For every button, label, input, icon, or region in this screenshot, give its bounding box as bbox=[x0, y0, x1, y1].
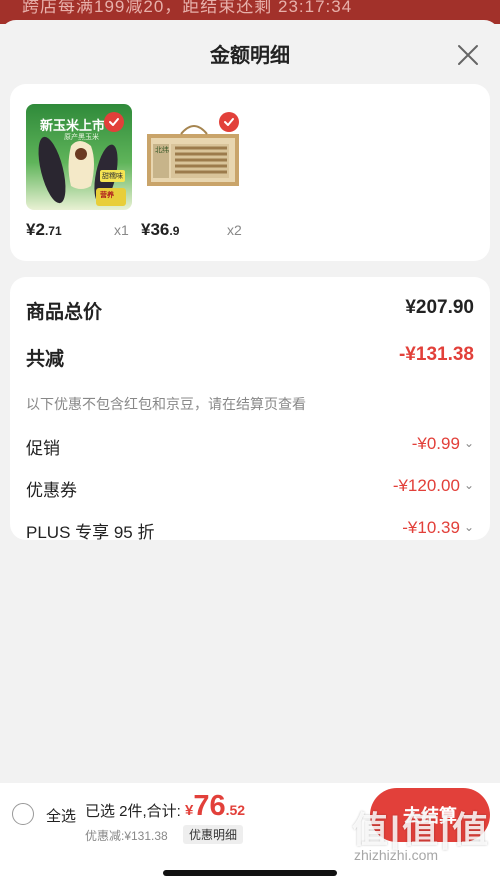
product-image-tag: 营养 bbox=[100, 192, 114, 199]
saved-amount: 优惠减:¥131.38 bbox=[85, 829, 168, 843]
reduce-row: 共减 -¥131.38 bbox=[26, 344, 474, 370]
discount-label: 促销 bbox=[26, 439, 60, 458]
discount-row-coupon[interactable]: 优惠券 -¥120.00 ⌄ bbox=[26, 476, 474, 502]
product-image-box[interactable]: 北纬 bbox=[141, 104, 247, 210]
product-quantity: x1 bbox=[114, 222, 129, 238]
checkmark-icon[interactable] bbox=[219, 112, 239, 132]
discount-value: -¥0.99 ⌄ bbox=[411, 434, 474, 453]
total-price: ¥76.52 bbox=[185, 790, 246, 822]
reduce-label: 共减 bbox=[26, 349, 65, 370]
discount-label: PLUS 专享 95 折 bbox=[26, 523, 155, 542]
reduce-note: 以下优惠不包含红包和京豆，请在结算页查看 bbox=[26, 396, 306, 412]
goods-total-row: 商品总价 ¥207.90 bbox=[26, 297, 474, 323]
discount-label: 优惠券 bbox=[26, 481, 77, 500]
product-card: 新玉米上市 原产黑玉米 甜糯味 营养 ¥2.71 x1 北纬 ¥36.9 x2 bbox=[10, 84, 490, 261]
discount-value: -¥120.00 ⌄ bbox=[392, 476, 474, 495]
discount-value: -¥10.39 ⌄ bbox=[402, 518, 474, 537]
product-quantity: x2 bbox=[227, 222, 242, 238]
discount-detail-button[interactable]: 优惠明细 bbox=[183, 825, 244, 844]
chevron-down-icon: ⌄ bbox=[463, 520, 474, 534]
chevron-down-icon: ⌄ bbox=[463, 478, 474, 492]
discount-row-plus[interactable]: PLUS 专享 95 折 -¥10.39 ⌄ bbox=[26, 518, 474, 544]
amount-detail-sheet: 金额明细 新玉米上市 原产黑玉米 甜糯味 营养 ¥2.71 x1 北纬 ¥36.… bbox=[0, 20, 500, 888]
product-image-corn[interactable]: 新玉米上市 原产黑玉米 甜糯味 营养 bbox=[26, 104, 132, 210]
chevron-down-icon: ⌄ bbox=[463, 436, 474, 450]
product-image-label: 北纬 bbox=[155, 147, 169, 154]
selected-info: 已选 2件,合计: bbox=[85, 803, 181, 820]
select-all-radio[interactable] bbox=[12, 803, 34, 825]
reduce-value: -¥131.38 bbox=[398, 344, 474, 365]
product-image-badge: 甜糯味 bbox=[100, 170, 125, 182]
promo-banner-text: 跨店每满199减20，距结束还剩 23:17:34 bbox=[22, 0, 353, 16]
close-icon[interactable] bbox=[455, 42, 481, 68]
checkout-button[interactable]: 去结算 bbox=[370, 788, 490, 842]
discount-row-promo[interactable]: 促销 -¥0.99 ⌄ bbox=[26, 434, 474, 460]
summary-card: 商品总价 ¥207.90 共减 -¥131.38 以下优惠不包含红包和京豆，请在… bbox=[10, 277, 490, 542]
goods-total-label: 商品总价 bbox=[26, 302, 103, 323]
checkmark-icon[interactable] bbox=[104, 112, 124, 132]
goods-total-value: ¥207.90 bbox=[405, 297, 474, 318]
sheet-title: 金额明细 bbox=[210, 45, 290, 67]
home-indicator[interactable] bbox=[163, 870, 337, 876]
product-price: ¥36.9 bbox=[141, 220, 180, 239]
product-price: ¥2.71 bbox=[26, 220, 62, 239]
select-all-label[interactable]: 全选 bbox=[46, 805, 76, 826]
product-image-sub: 原产黑玉米 bbox=[64, 134, 99, 141]
